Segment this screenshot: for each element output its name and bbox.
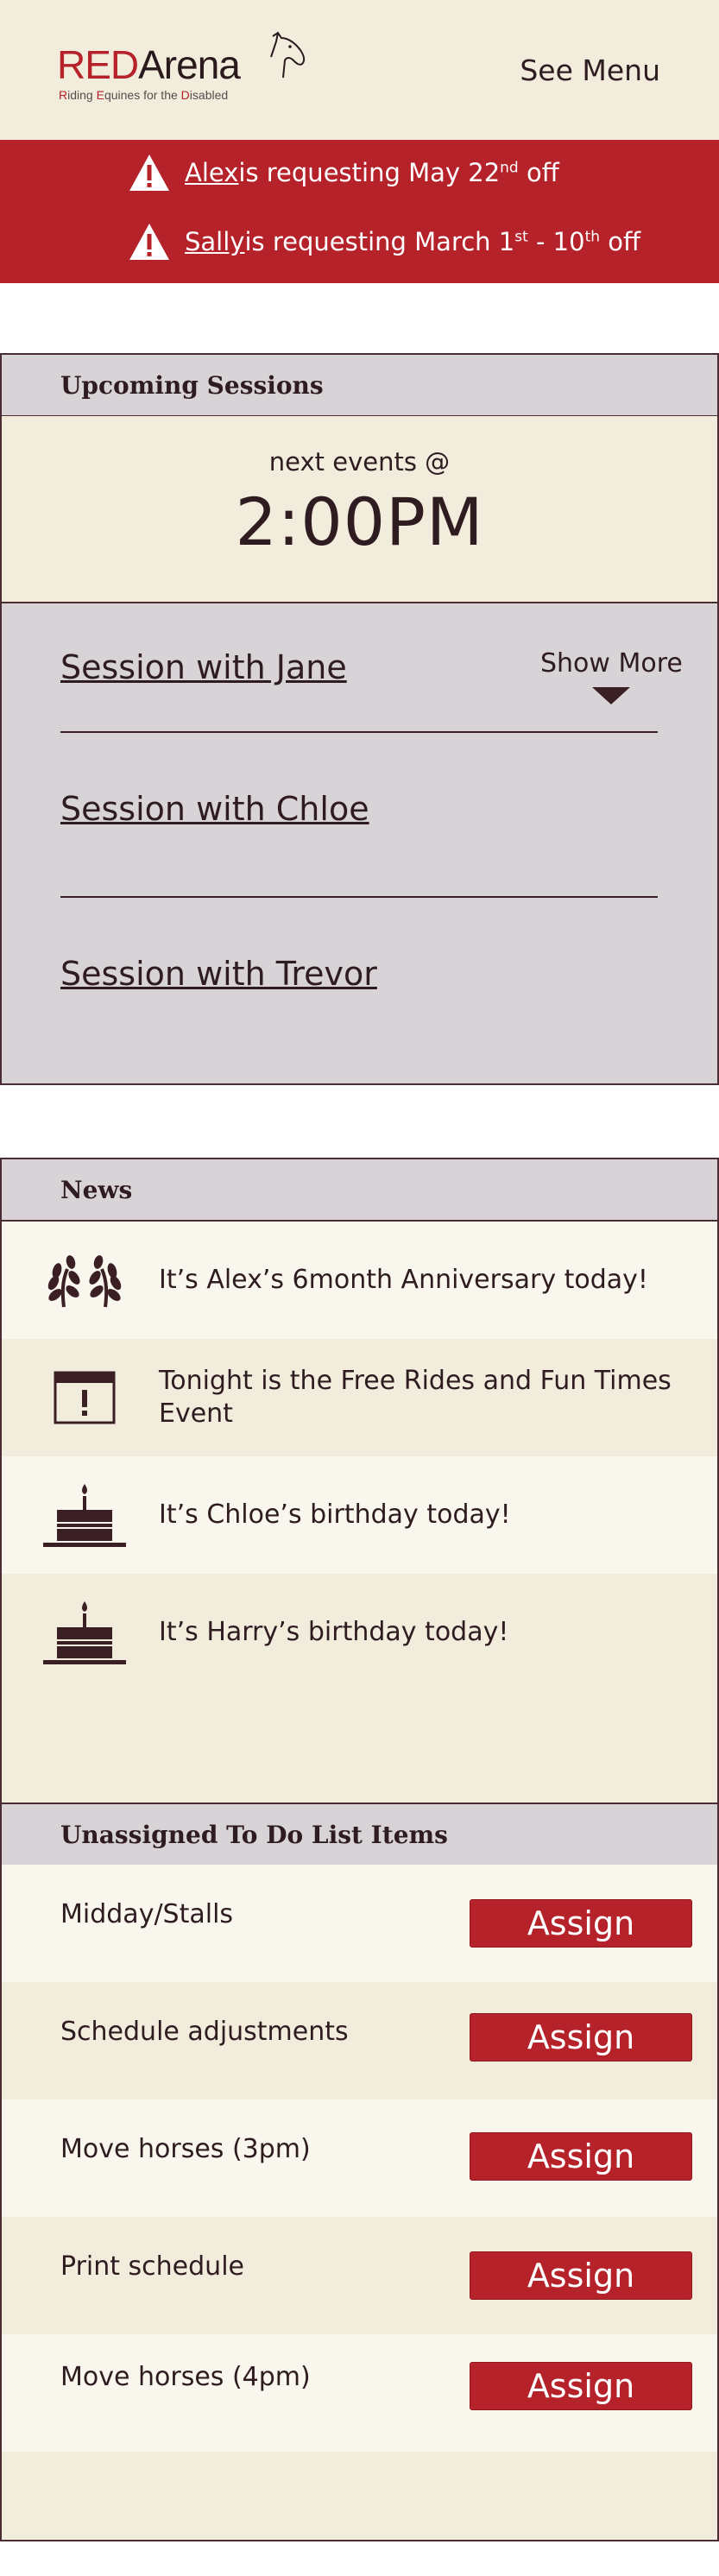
todo-label: Midday/Stalls [60, 1899, 234, 1929]
todo-label: Move horses (3pm) [60, 2134, 311, 2164]
news-item: It’s Harry’s birthday today! [2, 1574, 717, 1691]
session-link[interactable]: Session with Chloe [60, 790, 369, 828]
assign-button[interactable]: Assign [470, 2132, 692, 2181]
news-text: It’s Chloe’s birthday today! [159, 1500, 511, 1530]
divider [60, 731, 658, 733]
assign-button[interactable]: Assign [470, 2251, 692, 2300]
todo-item: Move horses (3pm) Assign [2, 2099, 717, 2217]
news-text: It’s Harry’s birthday today! [159, 1617, 509, 1647]
todo-label: Move horses (4pm) [60, 2362, 311, 2392]
next-events-label: next events @ [268, 447, 451, 477]
calendar-alert-icon [43, 1363, 126, 1432]
news-text: Tonight is the Free Rides and Fun Times … [159, 1366, 672, 1429]
assign-button[interactable]: Assign [470, 1899, 692, 1948]
app-header: REDArena Riding Equines for the Disabled… [0, 0, 719, 140]
todo-item: Schedule adjustments Assign [2, 1982, 717, 2099]
laurel-icon [43, 1246, 126, 1315]
assign-button[interactable]: Assign [470, 2362, 692, 2410]
alert-item: Sally is requesting March 1st - 10th off [128, 220, 640, 263]
warning-icon [129, 155, 169, 191]
next-event-time: 2:00PM [235, 483, 484, 560]
birthday-cake-icon [43, 1598, 126, 1667]
assign-button[interactable]: Assign [470, 2013, 692, 2061]
alert-text: is requesting March 1st - 10th off [244, 227, 640, 256]
news-item: Tonight is the Free Rides and Fun Times … [2, 1339, 717, 1456]
news-item: It’s Chloe’s birthday today! [2, 1456, 717, 1574]
section-title: News [60, 1175, 133, 1204]
alert-banner: Alex is requesting May 22nd off Sally is… [0, 140, 719, 283]
birthday-cake-icon [43, 1481, 126, 1550]
alert-item: Alex is requesting May 22nd off [128, 151, 559, 194]
todo-header: Unassigned To Do List Items [0, 1803, 719, 1866]
upcoming-sessions-header: Upcoming Sessions [0, 353, 719, 417]
show-more-button[interactable]: Show More [540, 648, 683, 704]
logo[interactable]: REDArena Riding Equines for the Disabled [57, 31, 307, 109]
todo-label: Print schedule [60, 2251, 244, 2282]
section-title: Unassigned To Do List Items [60, 1820, 448, 1849]
news-header: News [0, 1158, 719, 1222]
todo-label: Schedule adjustments [60, 2017, 349, 2047]
todo-item: Move horses (4pm) Assign [2, 2334, 717, 2452]
todo-item: Print schedule Assign [2, 2217, 717, 2334]
horse-head-icon [270, 31, 306, 79]
divider [60, 896, 658, 898]
sessions-list: Session with Jane Show More Session with… [0, 602, 719, 1085]
next-event-panel: next events @ 2:00PM [0, 416, 719, 602]
warning-icon [129, 224, 169, 260]
logo-wordmark: REDArena [57, 42, 241, 87]
todo-item: Midday/Stalls Assign [2, 1865, 717, 1982]
section-title: Upcoming Sessions [60, 370, 324, 400]
news-list: It’s Alex’s 6month Anniversary today! To… [0, 1222, 719, 1804]
chevron-down-icon [592, 687, 631, 704]
show-more-label: Show More [540, 648, 683, 679]
news-item: It’s Alex’s 6month Anniversary today! [2, 1222, 717, 1339]
todo-list: Midday/Stalls Assign Schedule adjustment… [0, 1865, 719, 2541]
see-menu-button[interactable]: See Menu [520, 54, 660, 87]
alert-text: is requesting May 22nd off [238, 158, 559, 187]
news-text: It’s Alex’s 6month Anniversary today! [159, 1265, 648, 1295]
logo-tagline: Riding Equines for the Disabled [59, 88, 229, 102]
alert-user-link[interactable]: Sally [185, 227, 244, 256]
alert-user-link[interactable]: Alex [185, 158, 238, 187]
session-link[interactable]: Session with Trevor [60, 955, 377, 993]
session-link[interactable]: Session with Jane [60, 648, 347, 686]
